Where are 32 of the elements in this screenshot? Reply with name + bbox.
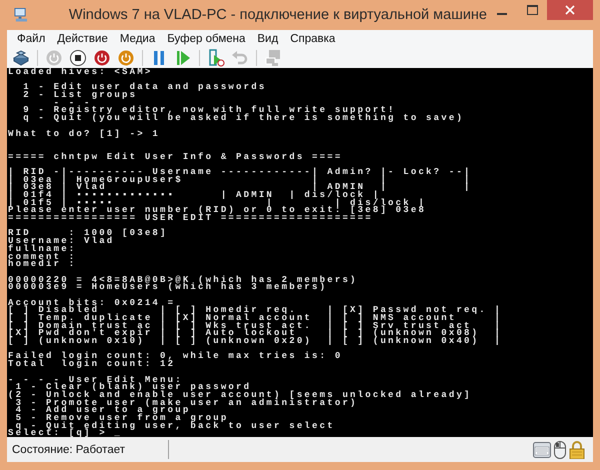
console-line: ===== chntpw Edit User Info & Passwords ====	[8, 150, 344, 162]
console-line: homedir :	[8, 261, 78, 269]
play-icon	[174, 49, 192, 67]
minimize-icon	[497, 13, 507, 15]
lock-icon	[569, 440, 585, 458]
close-icon	[565, 5, 575, 15]
close-button[interactable]	[547, 0, 593, 20]
menu-item[interactable]: Файл	[11, 31, 52, 47]
status-text: Состояние: Работает	[11, 444, 126, 456]
keyboard-icon	[533, 442, 551, 458]
undo-icon	[231, 49, 249, 67]
window-title: Windows 7 на VLAD-PC - подключение к виртуальной машине	[68, 7, 487, 23]
console-line: 2 - List groups	[22, 92, 138, 100]
menu-item[interactable]: Действие	[51, 31, 114, 47]
console-line: ================= USER EDIT ====================	[8, 215, 373, 223]
toolbar-button[interactable]	[67, 48, 89, 68]
console-line: q - Quit (you will be asked if there is something to save)	[22, 115, 466, 123]
menu-item[interactable]: Медиа	[114, 31, 162, 47]
console-line: fullname:	[8, 246, 78, 254]
console-line: 5 - Remove user from a group	[14, 414, 229, 423]
console-line: What to do? [1] -> 1	[8, 128, 162, 138]
menu-item[interactable]: Вид	[251, 31, 284, 47]
mouse-icon	[554, 440, 566, 458]
console-line: Total login count: 12	[8, 361, 176, 369]
console-line: Select: [q] > _	[8, 430, 122, 437]
console-line: | RID -|---------- Username ------------| Admin? |- Lock? --|	[8, 166, 473, 177]
menu-item[interactable]: Справка	[284, 31, 342, 47]
maximize-icon	[526, 5, 538, 15]
console-line: (2 - Unlock and enable user account) [seems unlocked already]	[8, 392, 473, 400]
console-line: 1 - Clear (blank) user password	[16, 384, 252, 392]
menu-item[interactable]: Буфер обмена	[161, 31, 252, 47]
console-line: 000003e9 = HomeUsers (which has 3 members)	[8, 284, 328, 292]
